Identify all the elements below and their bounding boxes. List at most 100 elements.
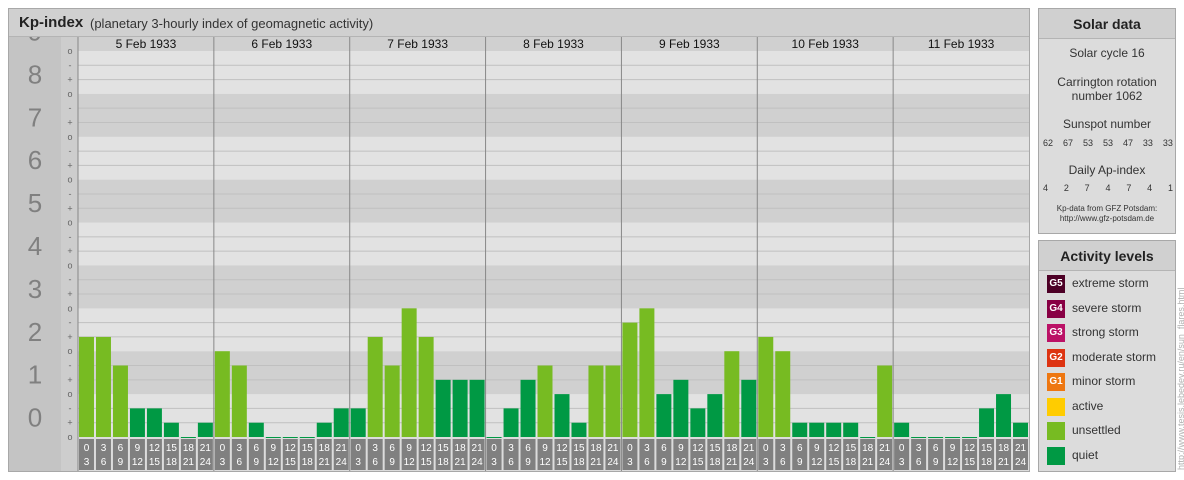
kp-bar: [418, 336, 434, 437]
ap-value: 4: [1105, 183, 1111, 193]
sunspot-value: 33: [1162, 138, 1173, 148]
sunspot-numbers: 62 67 53 53 47 33 33: [1043, 138, 1173, 148]
kp-bar: [248, 422, 264, 437]
kp-band: [9, 93, 1029, 137]
kp-bar: [690, 408, 706, 437]
interval-start-label: 15: [166, 443, 178, 454]
interval-end-label: 15: [149, 457, 161, 468]
interval-start-label: 21: [1015, 443, 1027, 454]
interval-start-label: 3: [101, 443, 107, 454]
y-subtick-label: -: [69, 232, 72, 242]
interval-end-label: 21: [319, 457, 331, 468]
interval-start-label: 15: [845, 443, 857, 454]
y-subtick-label: o: [67, 175, 72, 185]
interval-start-label: 0: [220, 443, 226, 454]
interval-start-label: 12: [149, 443, 161, 454]
kp-bar: [622, 322, 638, 437]
activity-level-swatch: G2: [1047, 348, 1065, 367]
interval-start-label: 15: [302, 443, 314, 454]
kp-bar: [299, 437, 315, 438]
kp-bar: [724, 351, 740, 437]
day-label: 11 Feb 1933: [928, 37, 995, 51]
y-tick-label: 1: [28, 360, 42, 390]
y-subtick-label: -: [69, 189, 72, 199]
activity-level-swatch: [1047, 422, 1065, 440]
interval-end-label: 21: [998, 457, 1010, 468]
kp-bar: [316, 422, 332, 437]
kp-bar: [79, 336, 94, 437]
interval-start-label: 3: [372, 443, 378, 454]
interval-end-label: 24: [607, 457, 619, 468]
activity-levels-title: Activity levels: [1039, 241, 1175, 271]
interval-end-label: 18: [845, 457, 857, 468]
activity-levels-panel: Activity levels G5 extreme storm G4 severe …: [1038, 240, 1176, 472]
y-subtick-label: -: [69, 103, 72, 113]
interval-start-label: 9: [542, 443, 548, 454]
interval-start-label: 12: [692, 443, 704, 454]
ap-value: 2: [1063, 183, 1069, 193]
y-subtick-label: -: [69, 60, 72, 70]
y-tick-label: 6: [28, 145, 42, 175]
activity-level-item: G2 moderate storm: [1047, 348, 1173, 367]
kp-bar: [639, 308, 655, 437]
kp-bar: [537, 365, 553, 437]
kp-chart: 0123456789o+-o+-o+-o+-o+-o+-o+-o+-o+-o5 …: [9, 17, 1029, 471]
activity-level-label: minor storm: [1072, 374, 1136, 388]
interval-start-label: 6: [661, 443, 667, 454]
kp-bar: [979, 408, 995, 437]
interval-start-label: 18: [726, 443, 738, 454]
activity-level-label: quiet: [1072, 447, 1099, 462]
interval-end-label: 18: [438, 457, 450, 468]
interval-start-label: 9: [406, 443, 412, 454]
ap-value: 1: [1167, 183, 1173, 193]
kp-band: [9, 222, 1029, 266]
interval-end-label: 6: [372, 457, 378, 468]
day-label: 6 Feb 1933: [251, 37, 312, 51]
activity-level-item: quiet: [1047, 446, 1173, 465]
interval-start-label: 9: [814, 443, 820, 454]
y-subtick-label: o: [67, 389, 72, 399]
interval-end-label: 3: [491, 457, 497, 468]
interval-start-label: 18: [998, 443, 1010, 454]
activity-level-item: G4 severe storm: [1047, 299, 1173, 318]
interval-start-label: 18: [455, 443, 467, 454]
ap-index-values: 4 2 7 4 7 4 1: [1043, 183, 1173, 193]
kp-bar: [860, 437, 876, 438]
ap-index-label: Daily Ap-index: [1068, 163, 1146, 177]
y-subtick-label: +: [67, 246, 72, 256]
interval-start-label: 3: [780, 443, 786, 454]
interval-start-label: 6: [118, 443, 124, 454]
interval-start-label: 21: [743, 443, 755, 454]
interval-start-label: 18: [183, 443, 195, 454]
y-subtick-label: -: [69, 275, 72, 285]
interval-end-label: 24: [472, 457, 484, 468]
interval-end-label: 12: [947, 457, 959, 468]
interval-end-label: 6: [237, 457, 243, 468]
interval-end-label: 6: [644, 457, 650, 468]
activity-level-label: active: [1072, 398, 1104, 413]
interval-start-label: 18: [590, 443, 602, 454]
interval-start-label: 15: [438, 443, 450, 454]
y-subtick-label: -: [69, 403, 72, 413]
interval-start-label: 12: [828, 443, 840, 454]
kp-bar: [333, 408, 349, 437]
kp-bar: [792, 422, 808, 437]
kp-bar: [350, 408, 366, 437]
interval-start-label: 0: [899, 443, 905, 454]
interval-end-label: 15: [421, 457, 433, 468]
interval-start-label: 21: [607, 443, 619, 454]
solar-data-panel: Solar data Solar cycle 16 Carrington rot…: [1038, 8, 1176, 234]
interval-start-label: 6: [389, 443, 395, 454]
interval-end-label: 3: [84, 457, 90, 468]
interval-end-label: 6: [780, 457, 786, 468]
kp-bar: [707, 394, 723, 437]
ap-value: 7: [1084, 183, 1090, 193]
sunspot-value: 47: [1122, 138, 1133, 148]
kp-bar: [401, 308, 417, 437]
interval-end-label: 9: [118, 457, 124, 468]
interval-end-label: 24: [200, 457, 212, 468]
kp-band: [9, 179, 1029, 223]
activity-level-label: strong storm: [1072, 325, 1139, 339]
interval-start-label: 21: [336, 443, 348, 454]
kp-bar: [996, 394, 1012, 437]
